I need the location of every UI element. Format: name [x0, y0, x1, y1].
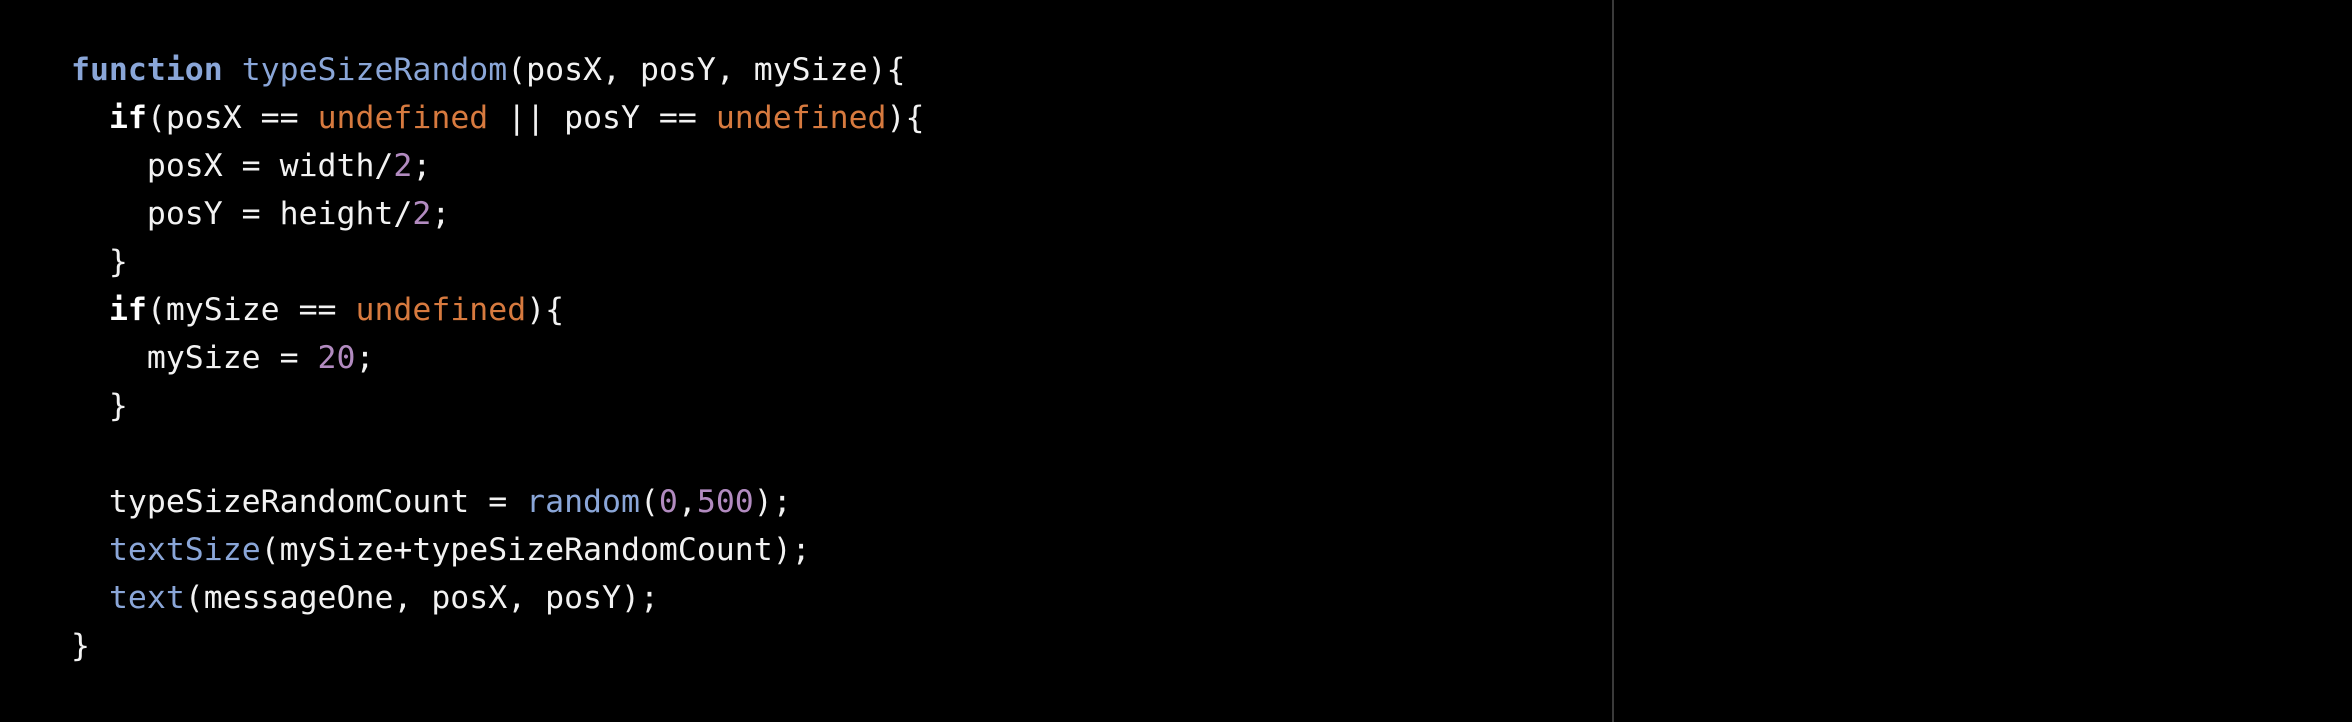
code-token-text: ;: [412, 148, 432, 184]
code-editor-pane[interactable]: function typeSizeRandom(posX, posY, mySi…: [0, 0, 1612, 722]
code-token-undef: undefined: [715, 100, 887, 136]
code-line: if(posX == undefined || posY == undefine…: [71, 94, 925, 142]
code-line: mySize = 20;: [71, 334, 924, 382]
code-token-text: ){: [526, 292, 565, 328]
code-token-text: (posX, posY, mySize){: [507, 52, 906, 88]
code-token-num: 2: [412, 196, 432, 232]
code-token-text: }: [71, 628, 90, 664]
code-token-fn: text: [108, 580, 185, 616]
code-token-num: 20: [317, 340, 356, 376]
code-token-fn: random: [526, 484, 640, 520]
code-token-text: ,: [677, 484, 697, 520]
code-token-kw: function: [71, 52, 223, 88]
code-token-text: (: [639, 484, 659, 520]
code-line: }: [71, 622, 924, 670]
code-line: function typeSizeRandom(posX, posY, mySi…: [71, 46, 924, 94]
code-token-text: typeSizeRandomCount =: [71, 484, 527, 520]
code-line: posX = width/2;: [71, 142, 924, 190]
code-token-fn: typeSizeRandom: [241, 52, 508, 88]
code-line: }: [71, 238, 924, 286]
code-line: typeSizeRandomCount = random(0,500);: [71, 478, 924, 526]
code-token-text: (mySize ==: [146, 292, 356, 328]
code-token-num: 2: [393, 148, 413, 184]
code-token-text: (posX ==: [146, 100, 318, 136]
code-token-text: (mySize+typeSizeRandomCount);: [260, 532, 811, 568]
code-token-undef: undefined: [317, 100, 489, 136]
code-token-text: );: [753, 484, 792, 520]
code-token-ctl: if: [108, 292, 147, 328]
code-token-text: ;: [355, 340, 375, 376]
code-block[interactable]: function typeSizeRandom(posX, posY, mySi…: [71, 46, 924, 670]
code-token-text: posX = width/: [71, 148, 394, 184]
code-line: text(messageOne, posX, posY);: [71, 574, 924, 622]
code-token-text: || posY ==: [488, 100, 716, 136]
code-token-text: }: [71, 244, 128, 280]
code-token-text: ;: [431, 196, 451, 232]
code-token-ctl: if: [108, 100, 147, 136]
code-line: textSize(mySize+typeSizeRandomCount);: [71, 526, 924, 574]
code-token-num: 500: [696, 484, 754, 520]
code-token-num: 0: [658, 484, 678, 520]
code-token-undef: undefined: [355, 292, 527, 328]
code-token-text: (messageOne, posX, posY);: [184, 580, 659, 616]
code-line: }: [71, 382, 924, 430]
preview-pane: [1614, 0, 2352, 722]
code-line: if(mySize == undefined){: [71, 286, 924, 334]
code-token-text: }: [71, 388, 128, 424]
code-token-text: ){: [886, 100, 925, 136]
code-token-text: mySize =: [71, 340, 318, 376]
code-token-text: posY = height/: [71, 196, 413, 232]
code-token-fn: textSize: [108, 532, 261, 568]
code-line: posY = height/2;: [71, 190, 924, 238]
